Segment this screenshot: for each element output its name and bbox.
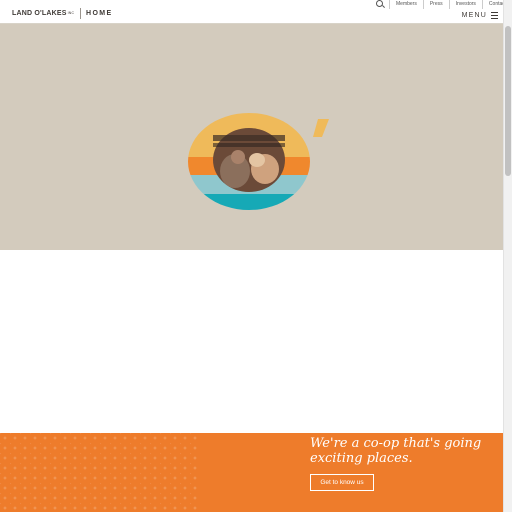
hamburger-icon <box>491 12 498 19</box>
o-emblem <box>188 113 310 210</box>
co-op-tagline: We're a co-op that's going exciting plac… <box>310 436 482 466</box>
section-label[interactable]: HOME <box>86 10 113 17</box>
logo-suffix: INC <box>67 11 75 16</box>
land-o-lakes-logo[interactable]: LAND O'LAKESINC <box>12 10 74 17</box>
utility-link-press[interactable]: Press <box>422 0 449 9</box>
background-pattern <box>0 433 200 512</box>
search-button[interactable] <box>370 0 389 10</box>
apostrophe-mark <box>313 119 329 137</box>
utility-link-investors[interactable]: Investors <box>448 0 482 9</box>
search-icon <box>376 0 383 7</box>
logo-divider <box>80 8 81 19</box>
hero-section <box>0 24 503 250</box>
utility-link-members[interactable]: Members <box>389 0 423 9</box>
page: LAND O'LAKESINC HOME Members Press Inves… <box>0 0 503 512</box>
scrollbar-thumb[interactable] <box>505 26 511 176</box>
get-to-know-us-button[interactable]: Get to know us <box>310 474 374 491</box>
emblem-photo <box>213 128 285 192</box>
utility-link-contact[interactable]: Contact Us <box>481 0 503 9</box>
vertical-scrollbar[interactable] <box>503 0 512 512</box>
co-op-banner: We're a co-op that's going exciting plac… <box>0 433 503 512</box>
content-area <box>0 250 503 433</box>
menu-label: MENU <box>461 12 487 19</box>
menu-button[interactable]: MENU <box>462 12 498 19</box>
utility-nav: Members Press Investors Contact Us <box>370 0 503 9</box>
emblem-stripe-teal <box>188 194 310 210</box>
site-header: LAND O'LAKESINC HOME Members Press Inves… <box>0 0 503 24</box>
logo-text: LAND O'LAKES <box>12 10 67 17</box>
